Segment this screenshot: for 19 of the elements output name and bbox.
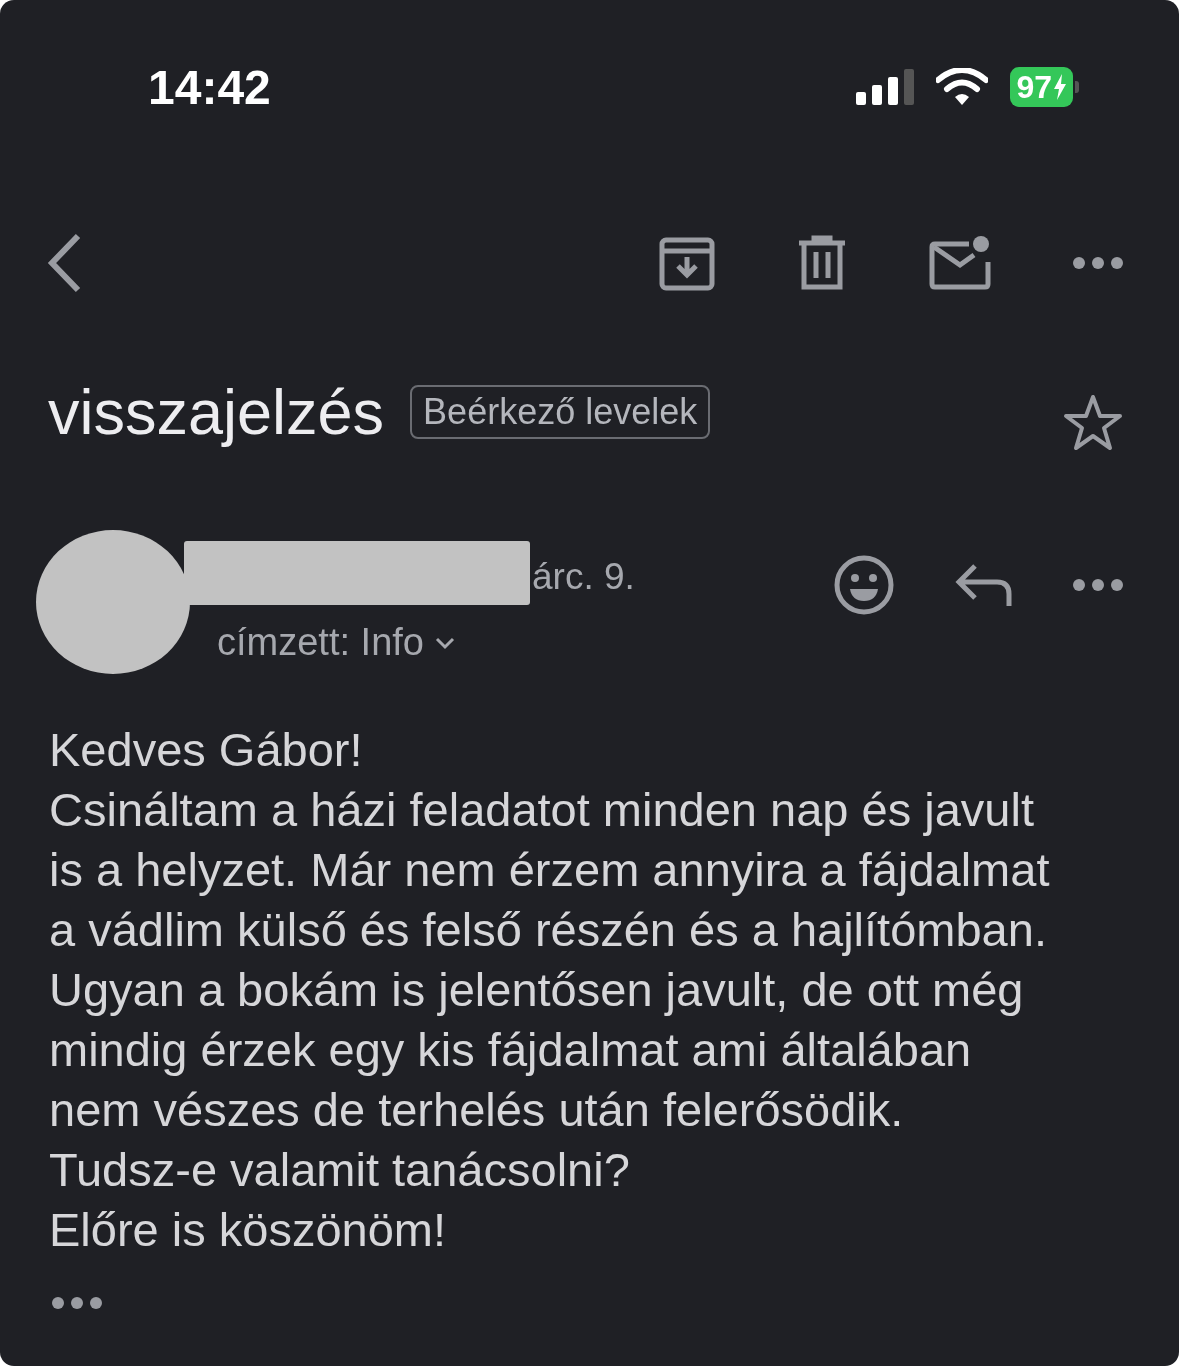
folder-label: Beérkező levelek: [410, 385, 711, 439]
recipient-toggle[interactable]: címzett: Info: [217, 621, 635, 664]
more-button[interactable]: [1073, 256, 1123, 270]
reply-button[interactable]: [955, 562, 1013, 608]
chevron-icon: [433, 635, 456, 650]
show-quoted-button[interactable]: [52, 1296, 102, 1310]
email-body: Kedves Gábor! Csináltam a házi feladatot minden nap és javult is a helyzet. Már nem érzem annyira a fájdalmat a vádlim külső és felső részén és a hajlítómban. Ugyan a bokám is jelentősen javult, de ott még mindig érzek egy kis fájdalmat ami általában nem vészes de terhelés után felerősödik. Tudsz-e valamit tanácsolni? Előre is köszönöm!: [49, 722, 1051, 1258]
delete-button[interactable]: [797, 235, 847, 291]
star-button[interactable]: [1063, 394, 1123, 452]
email-subject: visszajelzés: [48, 376, 385, 448]
status-time: 14:42: [148, 59, 272, 115]
emoji-button[interactable]: [833, 554, 895, 616]
wifi-icon: [936, 68, 989, 106]
message-more-button[interactable]: [1073, 578, 1123, 592]
email-date: árc. 9.: [532, 556, 635, 598]
battery-indicator: 97: [1010, 67, 1073, 107]
mark-unread-button[interactable]: [929, 235, 991, 291]
archive-button[interactable]: [659, 235, 715, 291]
signal-icon: [856, 69, 915, 105]
